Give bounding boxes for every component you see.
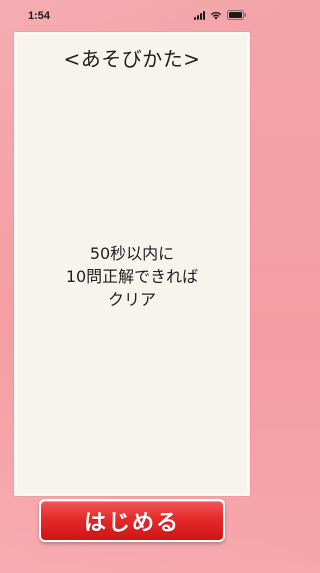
- instructions-line: 50秒以内に: [89, 244, 175, 263]
- battery-icon: [227, 10, 247, 20]
- start-button-label: はじめる: [83, 510, 180, 536]
- status-time: 1:54: [28, 10, 51, 22]
- wifi-icon: [210, 11, 222, 20]
- instructions-line: クリア: [107, 290, 156, 309]
- status-bar: 1:54: [0, 0, 265, 30]
- start-button[interactable]: はじめる: [39, 499, 225, 542]
- instructions-line: 10問正解できれば: [65, 267, 199, 286]
- status-icons: [194, 10, 247, 20]
- instructions-card: <あそびかた> 50秒以内に 10問正解できれば クリア: [14, 32, 250, 496]
- instructions-title: <あそびかた>: [63, 47, 201, 71]
- instructions-body: 50秒以内に 10問正解できれば クリア: [17, 242, 247, 311]
- cellular-signal-icon: [194, 10, 205, 20]
